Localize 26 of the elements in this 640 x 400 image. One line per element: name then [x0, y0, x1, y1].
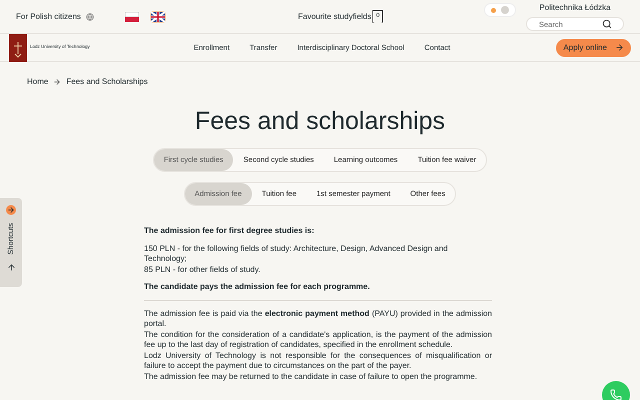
arrow-right-icon [53, 78, 62, 86]
language-flag-icon[interactable] [124, 10, 140, 22]
detail-paragraph: The condition for the consideration of a candidate's application, is the payment of the admission fee up to the last day of registration of candidates, specified in the enrollment schedule. [144, 330, 492, 350]
arrow-right-icon [6, 205, 16, 215]
fee-heading: The admission fee for first degree studies is: [144, 226, 316, 236]
breadcrumb-link[interactable]: Home [27, 76, 48, 88]
phone-icon [610, 389, 622, 400]
apply-online-button[interactable]: Apply online [556, 38, 631, 56]
globe-icon [86, 12, 94, 20]
detail-paragraph: Lodz University of Technology is not responsible for the consequences of misqualification or failure to accept the payment due to circumstances on the part of the payer. [144, 350, 492, 372]
fee-item: 150 PLN - for the following fields of study: Architecture, Design, Advanced Design and Technology; [144, 244, 449, 264]
citizens-link[interactable]: For Polish citizens [16, 10, 81, 22]
arrow-right-icon [615, 43, 624, 52]
favourites-link[interactable]: Favourite studyfields [298, 10, 372, 22]
page-title: Fees and scholarships [194, 106, 446, 136]
university-name: Politechnika Łódzka [539, 3, 611, 13]
search-icon[interactable] [602, 19, 612, 29]
fee-item: 85 PLN - for other fields of study. [144, 264, 262, 275]
arrow-up-icon [6, 262, 16, 272]
detail-paragraph: The admission fee is paid via the electronic payment method (PAYU) provided in the admission portal. [144, 308, 492, 330]
breadcrumb-current: Fees and Scholarships [66, 76, 148, 88]
language-flag-icon[interactable] [150, 10, 166, 22]
fee-note: The candidate pays the admission fee for each programme. [144, 282, 371, 292]
detail-paragraph: The admission fee may be returned to the candidate in case of failure to open the programme. [144, 372, 478, 382]
university-logo-icon[interactable] [9, 34, 27, 62]
theme-toggle[interactable] [484, 3, 516, 17]
